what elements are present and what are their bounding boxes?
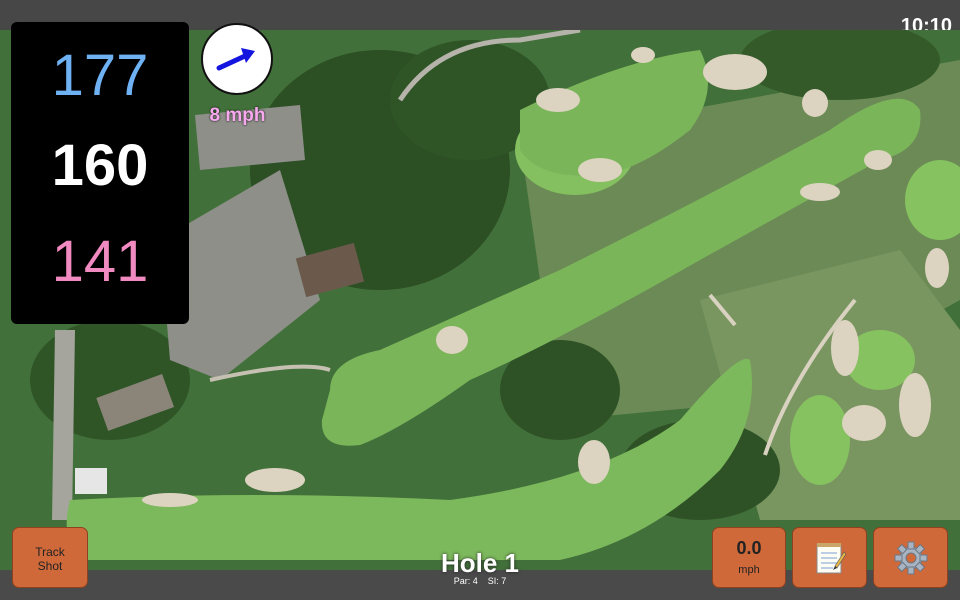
stroke-index-label: SI: 7 bbox=[487, 576, 507, 586]
hole-info: Par: 4 SI: 7 bbox=[380, 576, 580, 586]
speed-value: 0.0 bbox=[736, 538, 762, 558]
front-of-green-distance: 141 bbox=[51, 229, 149, 294]
distance-panel: 177 160 141 bbox=[11, 22, 189, 324]
speed-unit: mph bbox=[738, 564, 760, 576]
notepad-icon bbox=[816, 543, 847, 574]
par-label: Par: 4 bbox=[453, 576, 478, 586]
track-shot-label-line2: Shot bbox=[37, 559, 63, 573]
wind-arrow-icon bbox=[216, 48, 255, 71]
track-shot-button[interactable]: Track Shot bbox=[12, 527, 88, 588]
track-shot-label-line1: Track bbox=[35, 545, 65, 559]
middle-of-green-distance: 160 bbox=[51, 133, 149, 198]
back-of-green-distance: 177 bbox=[51, 43, 149, 108]
speed-button[interactable]: 0.0 mph bbox=[712, 527, 786, 588]
wind-indicator bbox=[201, 23, 273, 95]
scorecard-notes-button[interactable] bbox=[792, 527, 867, 588]
wind-speed-label: 8 mph bbox=[209, 105, 266, 126]
settings-button[interactable] bbox=[873, 527, 948, 588]
gear-icon bbox=[894, 541, 928, 575]
hole-title: Hole 1 bbox=[440, 548, 520, 578]
